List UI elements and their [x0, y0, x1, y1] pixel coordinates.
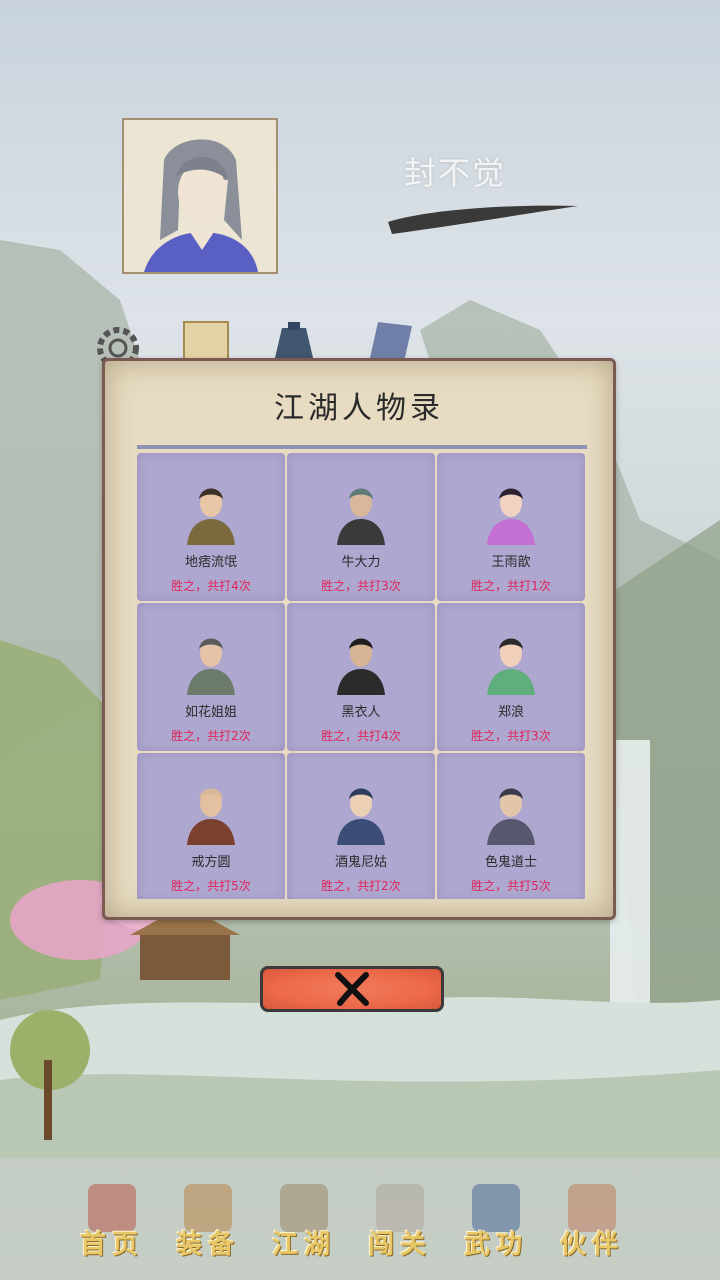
nav-item[interactable]: 装备 — [166, 1178, 250, 1262]
character-portrait-icon — [487, 788, 535, 845]
character-card[interactable]: 牛大力胜之，共打3次 — [287, 453, 435, 601]
character-portrait-icon — [187, 788, 235, 845]
close-button[interactable] — [260, 966, 444, 1012]
character-portrait-icon — [487, 488, 535, 545]
player-name: 封不觉 — [404, 154, 507, 192]
character-record-dialog: 江湖人物录 地痞流氓 胜之，共打4次 牛大力 胜之，共打3次 王雨歆 胜之，共打1次 如花姐… — [102, 358, 616, 920]
close-x-icon — [335, 972, 369, 1006]
character-name: 色鬼道士 — [484, 855, 537, 870]
avatar-portrait — [124, 120, 276, 272]
character-name: 戒方圆 — [191, 855, 231, 870]
character-record: 胜之，共打2次 — [321, 879, 401, 893]
character-grid: 地痞流氓 胜之，共打4次 牛大力 胜之，共打3次 王雨歆 胜之，共打1次 如花姐姐 胜之，共打… — [137, 449, 587, 899]
character-name: 郑浪 — [497, 705, 524, 720]
character-name: 酒鬼尼姑 — [334, 855, 387, 870]
character-record: 胜之，共打2次 — [171, 729, 251, 743]
character-name: 王雨歆 — [491, 555, 531, 570]
character-card[interactable]: 郑浪胜之，共打3次 — [437, 603, 585, 751]
character-card[interactable]: 地痞流氓胜之，共打4次 — [137, 453, 285, 601]
nav-label: 伙伴 — [559, 1230, 624, 1260]
character-card[interactable]: 酒鬼尼姑胜之，共打2次 — [287, 753, 435, 899]
character-record: 胜之，共打4次 — [171, 579, 251, 593]
character-grid-scroll[interactable]: 地痞流氓 胜之，共打4次 牛大力 胜之，共打3次 王雨歆 胜之，共打1次 如花姐姐 胜之，共打… — [137, 445, 587, 899]
top-icon-bar — [92, 318, 422, 369]
book-icon[interactable] — [364, 318, 416, 362]
character-name: 黑衣人 — [341, 705, 381, 720]
character-portrait-icon — [337, 638, 385, 695]
character-card[interactable]: 如花姐姐胜之，共打2次 — [137, 603, 285, 751]
character-portrait-icon — [487, 638, 535, 695]
name-brush-stroke — [388, 205, 578, 234]
nav-item[interactable]: 江湖 — [262, 1178, 346, 1262]
nav-item[interactable]: 首页 — [70, 1178, 154, 1262]
dialog-title: 江湖人物录 — [274, 391, 444, 426]
character-record: 胜之，共打4次 — [321, 729, 401, 743]
character-name: 牛大力 — [341, 555, 381, 570]
character-portrait-icon — [337, 788, 385, 845]
nav-item[interactable]: 伙伴 — [550, 1178, 634, 1262]
bag-icon[interactable] — [268, 318, 320, 362]
nav-label: 装备 — [175, 1230, 240, 1260]
character-portrait-icon — [187, 638, 235, 695]
character-name: 如花姐姐 — [184, 705, 237, 720]
character-card[interactable]: 黑衣人胜之，共打4次 — [287, 603, 435, 751]
nav-item[interactable]: 武功 — [454, 1178, 538, 1262]
character-record: 胜之，共打3次 — [321, 579, 401, 593]
character-portrait-icon — [337, 488, 385, 545]
character-record: 胜之，共打5次 — [471, 879, 551, 893]
bottom-nav: 首页 装备 江湖 闯关 武功 伙伴 — [70, 1178, 650, 1262]
gear-icon[interactable] — [92, 318, 144, 369]
character-record: 胜之，共打3次 — [471, 729, 551, 743]
character-record: 胜之，共打5次 — [171, 879, 251, 893]
character-card[interactable]: 色鬼道士胜之，共打5次 — [437, 753, 585, 899]
scroll-icon[interactable] — [180, 318, 232, 363]
nav-label: 闯关 — [367, 1230, 432, 1260]
nav-label: 江湖 — [271, 1230, 336, 1260]
character-card[interactable]: 王雨歆胜之，共打1次 — [437, 453, 585, 601]
character-record: 胜之，共打1次 — [471, 579, 551, 593]
nav-item[interactable]: 闯关 — [358, 1178, 442, 1262]
character-name: 地痞流氓 — [184, 555, 237, 570]
nav-label: 首页 — [79, 1230, 144, 1260]
character-card[interactable]: 戒方圆胜之，共打5次 — [137, 753, 285, 899]
nav-label: 武功 — [463, 1230, 528, 1260]
player-avatar[interactable] — [122, 118, 278, 274]
character-portrait-icon — [187, 488, 235, 545]
